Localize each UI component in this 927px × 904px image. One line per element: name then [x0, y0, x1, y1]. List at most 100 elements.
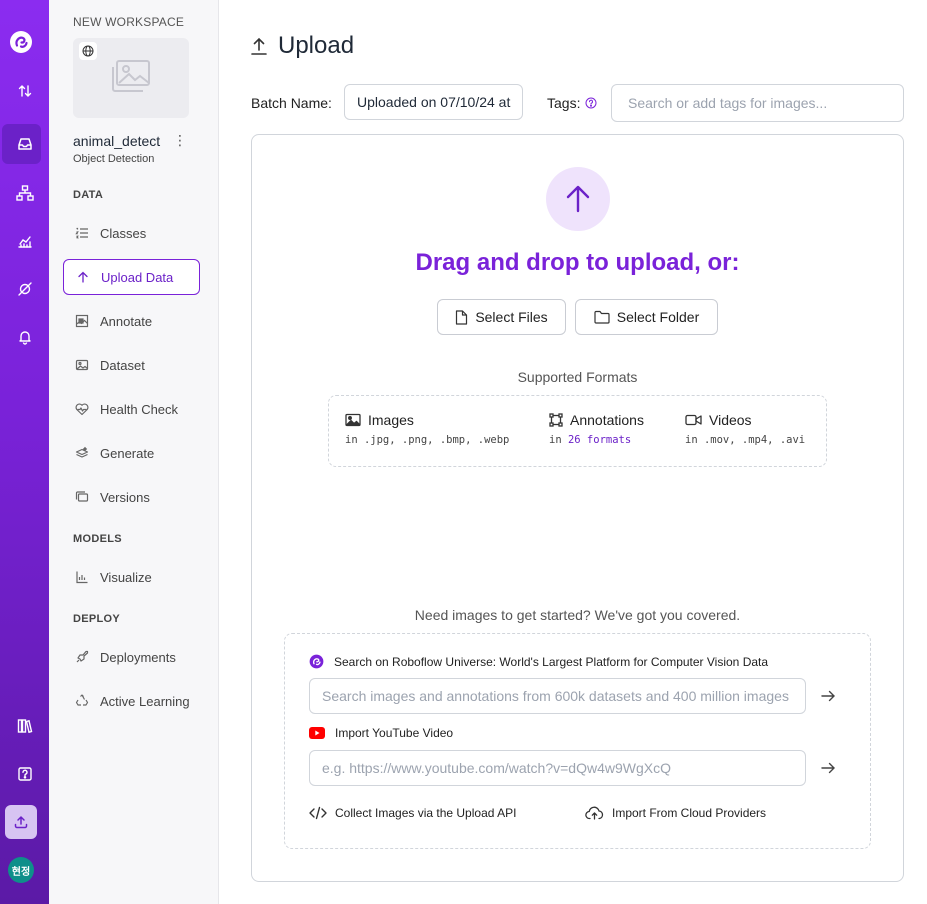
image-icon — [345, 413, 361, 427]
project-thumbnail[interactable] — [73, 38, 189, 118]
file-icon — [455, 309, 468, 325]
select-files-label: Select Files — [475, 309, 548, 325]
sidebar-item-dataset[interactable]: Dataset — [63, 347, 200, 383]
folder-icon — [594, 310, 610, 324]
supported-formats-box: Images in .jpg, .png, .bmp, .webp Annota… — [328, 395, 827, 467]
layers-icon — [75, 446, 89, 460]
recycle-icon — [75, 694, 89, 708]
sidebar-item-label: Dataset — [100, 357, 145, 373]
sidebar-item-label: Annotate — [100, 313, 153, 329]
more-options-icon[interactable]: ⋮ — [173, 132, 187, 148]
tags-label-text: Tags: — [547, 95, 581, 111]
list-icon — [75, 226, 89, 240]
sidebar-item-classes[interactable]: Classes — [63, 215, 200, 251]
annotation-formats-link[interactable]: 26 formats — [568, 434, 631, 446]
heart-pulse-icon — [75, 402, 89, 416]
sidebar-item-upload-data[interactable]: Upload Data — [63, 259, 200, 295]
versions-icon — [75, 490, 89, 504]
format-images-label: Images — [368, 412, 414, 428]
upload-icon[interactable] — [5, 805, 37, 839]
section-data: DATA — [73, 189, 104, 201]
sidebar-item-visualize[interactable]: Visualize — [63, 559, 200, 595]
format-annotations: Annotations in 26 formats — [549, 412, 644, 446]
app-rail: 현정 — [0, 0, 49, 904]
sidebar-item-label: Generate — [100, 445, 155, 461]
sidebar-item-label: Classes — [100, 225, 147, 241]
sidebar-item-active-learning[interactable]: Active Learning — [63, 683, 200, 719]
section-models: MODELS — [73, 533, 122, 545]
youtube-label: Import YouTube Video — [309, 726, 453, 740]
sidebar-item-annotate[interactable]: Annotate — [63, 303, 200, 339]
batch-name-input[interactable]: Uploaded on 07/10/24 at — [344, 84, 523, 120]
youtube-url-input[interactable]: e.g. https://www.youtube.com/watch?v=dQw… — [309, 750, 806, 786]
batch-name-label: Batch Name: — [251, 95, 332, 111]
upload-title-icon — [250, 36, 268, 56]
youtube-submit-arrow-icon[interactable] — [820, 760, 836, 776]
project-type: Object Detection — [73, 153, 155, 165]
sort-icon[interactable] — [0, 71, 49, 111]
globe-icon — [79, 42, 97, 60]
resources-box: Search on Roboflow Universe: World's Lar… — [284, 633, 871, 849]
sidebar-item-label: Health Check — [100, 401, 179, 417]
sidebar-item-deployments[interactable]: Deployments — [63, 639, 200, 675]
format-videos-sub: in .mov, .mp4, .avi — [685, 434, 806, 446]
upload-api-label: Collect Images via the Upload API — [335, 806, 517, 820]
chart-icon[interactable] — [0, 221, 49, 261]
planet-icon[interactable] — [0, 269, 49, 309]
bell-icon[interactable] — [0, 317, 49, 357]
workspace-label: NEW WORKSPACE — [73, 15, 185, 29]
help-icon[interactable] — [0, 754, 49, 794]
select-folder-label: Select Folder — [616, 309, 700, 325]
page-title: Upload — [278, 32, 355, 59]
resources-intro: Need images to get started? We've got yo… — [414, 607, 741, 623]
rocket-icon — [75, 650, 89, 664]
image-placeholder-icon — [111, 59, 151, 93]
drag-drop-text: Drag and drop to upload, or: — [415, 249, 740, 276]
cloud-upload-icon — [585, 806, 604, 820]
select-files-button[interactable]: Select Files — [437, 299, 566, 335]
select-folder-button[interactable]: Select Folder — [575, 299, 718, 335]
format-videos: Videos in .mov, .mp4, .avi — [685, 412, 805, 446]
format-annotations-sub: in 26 formats — [549, 434, 644, 446]
tags-label: Tags: — [547, 95, 597, 111]
cloud-providers-label: Import From Cloud Providers — [612, 806, 767, 820]
upload-dropzone[interactable]: Drag and drop to upload, or: Select File… — [251, 134, 904, 882]
project-name[interactable]: animal_detect — [73, 133, 160, 149]
help-circle-icon[interactable] — [585, 97, 597, 109]
format-annotations-label: Annotations — [570, 412, 644, 428]
bar-chart-icon — [75, 570, 89, 584]
sidebar-item-versions[interactable]: Versions — [63, 479, 200, 515]
youtube-label-text: Import YouTube Video — [335, 726, 454, 740]
universe-search-input[interactable]: Search images and annotations from 600k … — [309, 678, 806, 714]
format-annotations-sub-prefix: in — [549, 434, 568, 446]
roboflow-universe-icon — [309, 654, 324, 669]
sidebar-item-label: Visualize — [100, 569, 152, 585]
roboflow-logo-icon[interactable] — [9, 30, 33, 54]
tags-input[interactable]: Search or add tags for images... — [611, 84, 904, 122]
format-images-sub: in .jpg, .png, .bmp, .webp — [345, 434, 510, 446]
image-icon — [75, 358, 89, 372]
hierarchy-icon[interactable] — [0, 173, 49, 213]
inbox-icon[interactable] — [0, 124, 49, 164]
format-videos-label: Videos — [709, 412, 752, 428]
bounding-box-icon — [549, 413, 563, 427]
cloud-providers-link[interactable]: Import From Cloud Providers — [585, 806, 766, 820]
youtube-icon — [309, 727, 325, 739]
sidebar-item-label: Upload Data — [101, 269, 174, 285]
sidebar-item-label: Deployments — [100, 649, 176, 665]
sidebar-item-health-check[interactable]: Health Check — [63, 391, 200, 427]
upload-api-link[interactable]: Collect Images via the Upload API — [309, 806, 516, 820]
sidebar-item-generate[interactable]: Generate — [63, 435, 200, 471]
annotate-icon — [75, 314, 89, 328]
format-images: Images in .jpg, .png, .bmp, .webp — [345, 412, 509, 446]
universe-submit-arrow-icon[interactable] — [820, 688, 836, 704]
books-icon[interactable] — [0, 706, 49, 746]
sidebar-item-label: Active Learning — [100, 693, 190, 709]
code-icon — [309, 806, 327, 820]
supported-formats-title: Supported Formats — [517, 369, 638, 385]
upload-arrow-icon — [546, 167, 610, 231]
avatar[interactable]: 현정 — [8, 857, 34, 883]
section-deploy: DEPLOY — [73, 613, 121, 625]
sidebar-item-label: Versions — [100, 489, 150, 505]
universe-label: Search on Roboflow Universe: World's Lar… — [309, 654, 768, 669]
